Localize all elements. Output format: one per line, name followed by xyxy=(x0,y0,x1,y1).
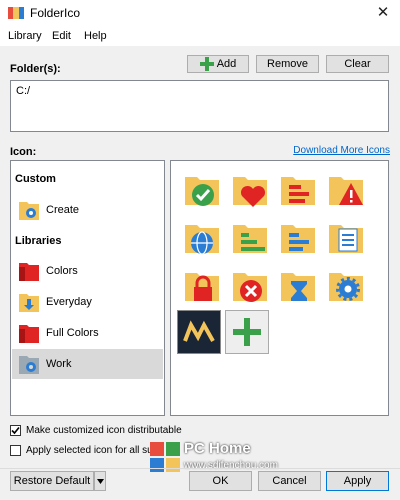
apply-button[interactable]: Apply xyxy=(326,471,389,491)
library-item-create[interactable]: Create xyxy=(12,195,163,225)
distributable-label: Make customized icon distributable xyxy=(26,425,182,436)
library-item-colors[interactable]: Colors xyxy=(12,256,163,286)
gear-folder-icon xyxy=(19,202,39,220)
folder-path: C:/ xyxy=(16,85,31,97)
library-panel: Custom Create Libraries Colors Everyday … xyxy=(10,160,165,416)
folder-document-icon[interactable] xyxy=(325,217,367,259)
add-label: Add xyxy=(216,58,237,70)
library-item-label: Full Colors xyxy=(46,327,99,339)
gear-folder-icon xyxy=(19,356,39,374)
apply-all-label: Apply selected icon for all subf xyxy=(26,445,162,456)
chevron-down-icon xyxy=(96,478,104,484)
restore-default-button[interactable]: Restore Default xyxy=(10,471,94,491)
watermark-title: PC Home xyxy=(184,440,251,457)
clear-button[interactable]: Clear xyxy=(326,55,389,73)
red-folder-icon xyxy=(19,263,39,281)
folder-bars-blue-icon[interactable] xyxy=(277,217,319,259)
watermark-url: www.sdifenchou.com xyxy=(184,460,278,471)
folder-lock-icon[interactable] xyxy=(181,265,223,307)
menu-library[interactable]: Library xyxy=(8,30,42,42)
plus-icon xyxy=(199,57,214,71)
folder-heart-icon[interactable] xyxy=(229,169,271,211)
icon-label: Icon: xyxy=(10,146,37,158)
distributable-checkbox[interactable] xyxy=(10,425,21,436)
library-item-everyday[interactable]: Everyday xyxy=(12,287,163,317)
folder-list[interactable]: C:/ xyxy=(10,80,389,132)
red-folder-icon xyxy=(19,325,39,343)
folder-hourglass-icon[interactable] xyxy=(277,265,319,307)
cancel-button[interactable]: Cancel xyxy=(258,471,321,491)
library-item-label: Colors xyxy=(46,265,78,277)
library-item-full-colors[interactable]: Full Colors xyxy=(12,318,163,348)
folder-error-icon[interactable] xyxy=(229,265,271,307)
folder-check-icon[interactable] xyxy=(181,169,223,211)
library-item-label: Everyday xyxy=(46,296,92,308)
window-title: FolderIco xyxy=(30,6,81,20)
library-item-label: Work xyxy=(46,358,72,370)
menu-bar: Library Edit Help xyxy=(0,26,400,46)
download-more-icons-link[interactable]: Download More Icons xyxy=(293,145,390,156)
menu-edit[interactable]: Edit xyxy=(52,30,71,42)
checkmark-icon xyxy=(11,426,20,435)
custom-logo-icon[interactable] xyxy=(177,310,221,354)
folder-bars-green-icon[interactable] xyxy=(229,217,271,259)
libraries-header: Libraries xyxy=(15,235,62,247)
apply-all-checkbox[interactable] xyxy=(10,445,21,456)
folder-warning-icon[interactable] xyxy=(325,169,367,211)
menu-help[interactable]: Help xyxy=(84,30,107,42)
add-icon[interactable] xyxy=(225,310,269,354)
app-logo-icon xyxy=(8,7,24,19)
footer-divider xyxy=(0,468,400,469)
folder-bars-icon[interactable] xyxy=(277,169,319,211)
remove-button[interactable]: Remove xyxy=(256,55,319,73)
folders-label: Folder(s): xyxy=(10,63,61,75)
library-item-work[interactable]: Work xyxy=(12,349,163,379)
title-bar: FolderIco ✕ xyxy=(0,0,400,26)
icon-grid xyxy=(170,160,389,416)
restore-dropdown-button[interactable] xyxy=(94,471,106,491)
add-button[interactable]: Add xyxy=(187,55,249,73)
custom-header: Custom xyxy=(15,173,56,185)
folder-gear-icon[interactable] xyxy=(325,265,367,307)
close-button[interactable]: ✕ xyxy=(366,0,400,26)
download-folder-icon xyxy=(19,294,39,312)
folder-globe-icon[interactable] xyxy=(181,217,223,259)
ok-button[interactable]: OK xyxy=(189,471,252,491)
create-label: Create xyxy=(46,204,80,216)
